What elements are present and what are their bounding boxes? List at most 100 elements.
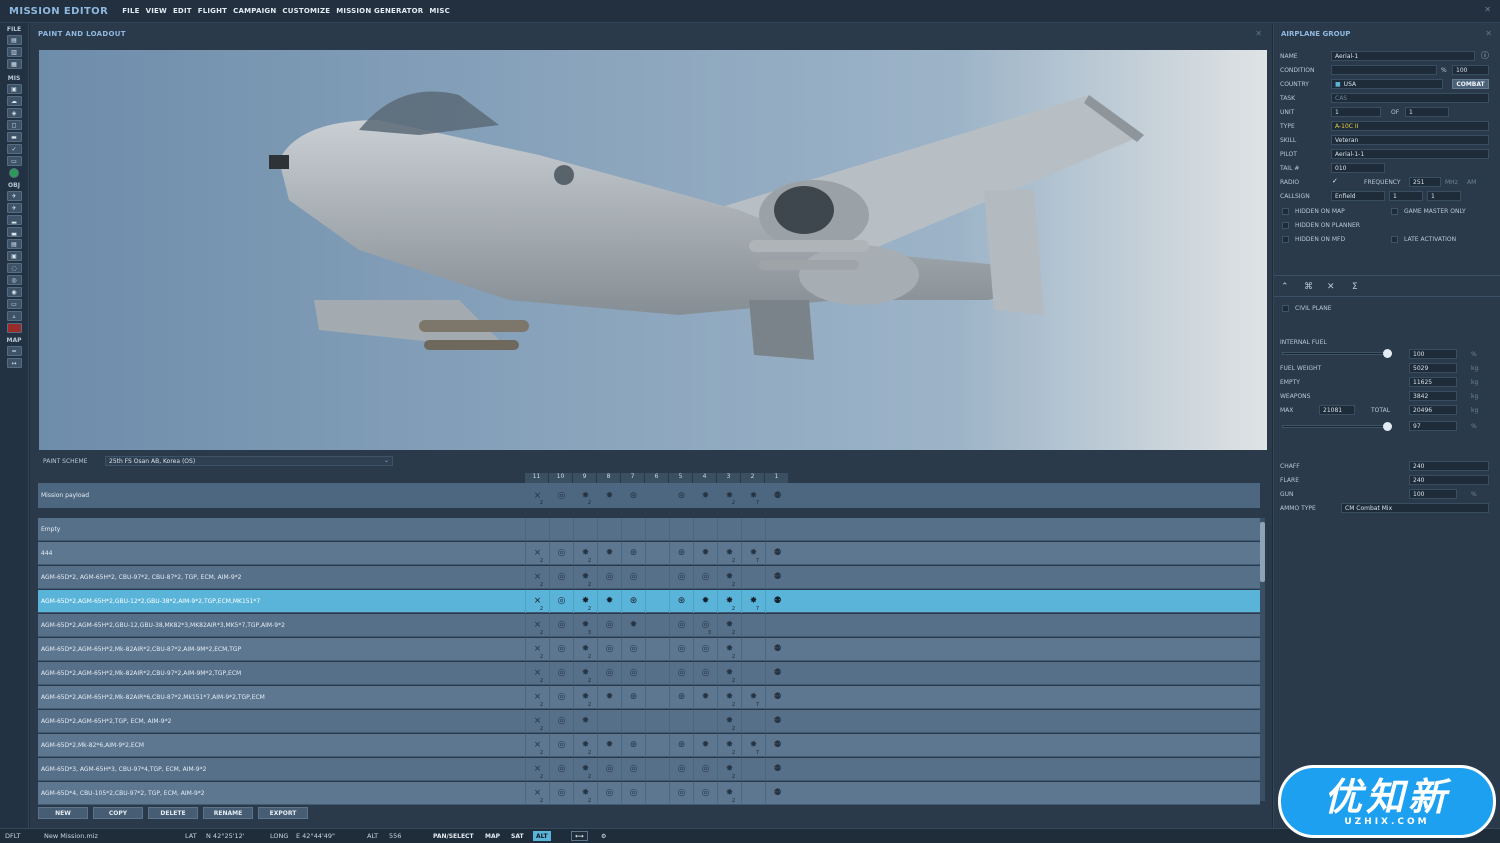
pylon-cell[interactable]: ◎: [669, 757, 693, 781]
pylon-cell[interactable]: ◎: [549, 565, 573, 589]
pylon-cell[interactable]: ✸ 2: [717, 757, 741, 781]
pylon-cell[interactable]: [597, 709, 621, 733]
pylon-cell[interactable]: [645, 781, 669, 805]
add-helicopter-icon[interactable]: ✈: [6, 203, 22, 213]
pylon-cell[interactable]: ✹: [597, 685, 621, 709]
pylon-cell[interactable]: ◎: [549, 637, 573, 661]
delete-object-icon[interactable]: [6, 323, 22, 333]
game-master-checkbox[interactable]: [1391, 208, 1398, 215]
pylon-cell[interactable]: [525, 517, 549, 541]
pylon-cell[interactable]: ⨯ 2: [525, 565, 549, 589]
loadout-row[interactable]: AGM-65D*2,AGM-65H*2,Mk-82AIR*6,CBU-87*2,…: [38, 685, 1260, 709]
pylon-cell[interactable]: ⊛: [669, 541, 693, 565]
pylon-cell[interactable]: ✹: [693, 733, 717, 757]
chaff-field[interactable]: 240: [1409, 461, 1489, 471]
menu-edit[interactable]: EDIT: [173, 7, 192, 15]
hidden-on-mfd-checkbox[interactable]: [1282, 236, 1289, 243]
pylon-cell[interactable]: ⨯ 2: [525, 589, 549, 613]
pylon-cell[interactable]: [645, 733, 669, 757]
pylon-cell[interactable]: ⨯ 2: [525, 541, 549, 565]
pylon-cell[interactable]: ⚉: [765, 733, 789, 757]
map-options-icon[interactable]: ═: [6, 346, 22, 356]
weather-icon[interactable]: ☁: [6, 96, 22, 106]
pylon-cell[interactable]: ⨯ 2: [525, 781, 549, 805]
unit-total-field[interactable]: 1: [1405, 107, 1449, 117]
pylon-cell[interactable]: [741, 757, 765, 781]
measure-icon[interactable]: ↔: [6, 358, 22, 368]
add-vehicle-icon[interactable]: ▃: [6, 227, 22, 237]
pylon-cell[interactable]: ✸ 2: [573, 541, 597, 565]
pylon-cell[interactable]: [645, 661, 669, 685]
loadout-row[interactable]: AGM-65D*2,Mk-82*6,AIM-9*2,ECM ⨯ 2 ◎ ✸ 2 ✹ ⊛ ⊛ ✹ ✸ 2…: [38, 733, 1260, 757]
paint-scheme-select[interactable]: 25th FS Osan AB, Korea (OS) ⌄: [105, 456, 393, 466]
pylon-cell[interactable]: ◎: [693, 637, 717, 661]
flare-field[interactable]: 240: [1409, 475, 1489, 485]
skill-select[interactable]: Veteran: [1331, 135, 1489, 145]
delete-button[interactable]: DELETE: [148, 807, 198, 819]
pylon-cell[interactable]: ◎: [597, 565, 621, 589]
route-tab-icon[interactable]: ⌃: [1281, 282, 1289, 292]
help-icon[interactable]: ⓘ: [1481, 50, 1489, 61]
radio-checkbox[interactable]: ✓: [1332, 177, 1338, 185]
country-select[interactable]: ■ USA: [1331, 79, 1443, 89]
aircraft-preview[interactable]: [39, 50, 1267, 450]
pylon-cell[interactable]: ◎: [549, 484, 573, 507]
internal-fuel-slider[interactable]: [1282, 352, 1392, 355]
pylon-cell[interactable]: ✹: [693, 589, 717, 613]
pylon-cell[interactable]: ◎: [693, 757, 717, 781]
pylon-cell[interactable]: [693, 709, 717, 733]
pylon-cell[interactable]: ✸ 2: [717, 661, 741, 685]
menu-view[interactable]: VIEW: [146, 7, 167, 15]
pylon-cell[interactable]: ✹: [693, 541, 717, 565]
pylon-cell[interactable]: ◎: [549, 709, 573, 733]
open-file-icon[interactable]: ▤: [6, 35, 22, 45]
pylon-cell[interactable]: ✸ 2: [573, 733, 597, 757]
load-slider[interactable]: [1282, 425, 1390, 428]
pylon-cell[interactable]: ◎: [597, 637, 621, 661]
pylon-cell[interactable]: ⚉: [765, 484, 789, 507]
menu-flight[interactable]: FLIGHT: [198, 7, 227, 15]
pylon-cell[interactable]: ◎: [621, 637, 645, 661]
pylon-cell[interactable]: ◎: [549, 685, 573, 709]
pylon-cell[interactable]: [645, 637, 669, 661]
pylon-cell[interactable]: ✹: [693, 685, 717, 709]
pylon-cell[interactable]: [573, 517, 597, 541]
pylon-cell[interactable]: [645, 613, 669, 637]
loadout-scrollbar[interactable]: [1260, 518, 1265, 801]
name-field[interactable]: Aerial-1: [1331, 51, 1475, 61]
load-slider-knob[interactable]: [1382, 422, 1392, 431]
internal-fuel-slider-knob[interactable]: [1382, 349, 1392, 358]
pylon-cell[interactable]: [645, 541, 669, 565]
pylon-cell[interactable]: ✸ 2: [573, 637, 597, 661]
goals-icon[interactable]: ◈: [6, 108, 22, 118]
add-object-icon[interactable]: ◉: [6, 287, 22, 297]
condition-field[interactable]: 100: [1452, 65, 1489, 75]
pylon-cell[interactable]: ⨯ 2: [525, 613, 549, 637]
pylon-cell[interactable]: ◎: [669, 637, 693, 661]
loadout-row[interactable]: AGM-65D*2,AGM-65H*2,TGP, ECM, AIM-9*2 ⨯ 2 ◎…: [38, 709, 1260, 733]
loadout-row[interactable]: AGM-65D*2, AGM-65H*2, CBU-97*2, CBU-87*2…: [38, 565, 1260, 589]
loadout-row[interactable]: 444 ⨯ 2 ◎ ✸ 2 ✹ ⊛ ⊛ ✹ ✸ 2 ✸ 7 ⚉: [38, 541, 1260, 565]
export-button[interactable]: EXPORT: [258, 807, 308, 819]
pylon-cell[interactable]: [645, 685, 669, 709]
unit-field[interactable]: 1: [1331, 107, 1381, 117]
pylon-cell[interactable]: ⊛: [621, 589, 645, 613]
pylon-cell[interactable]: ⚉: [765, 565, 789, 589]
triggers-icon[interactable]: ◻: [6, 120, 22, 130]
menu-file[interactable]: FILE: [122, 7, 139, 15]
type-select[interactable]: A-10C II: [1331, 121, 1489, 131]
new-button[interactable]: NEW: [38, 807, 88, 819]
pylon-cell[interactable]: ✸ 2: [717, 541, 741, 565]
pylon-cell[interactable]: [741, 709, 765, 733]
pylon-cell[interactable]: ⊛: [621, 685, 645, 709]
add-ship-icon[interactable]: ▂: [6, 215, 22, 225]
briefing-icon[interactable]: ▣: [6, 84, 22, 94]
add-airplane-icon[interactable]: ✈: [6, 191, 22, 201]
pylon-cell[interactable]: ✸ 2: [573, 661, 597, 685]
task-select[interactable]: CAS: [1331, 93, 1489, 103]
dflt-select[interactable]: DFLT: [5, 832, 20, 840]
pylon-cell[interactable]: ◎: [621, 757, 645, 781]
alt-view-button[interactable]: ALT: [533, 831, 551, 841]
pylon-cell[interactable]: ✸ 7: [741, 484, 765, 507]
pylon-cell[interactable]: ✸ 2: [717, 685, 741, 709]
